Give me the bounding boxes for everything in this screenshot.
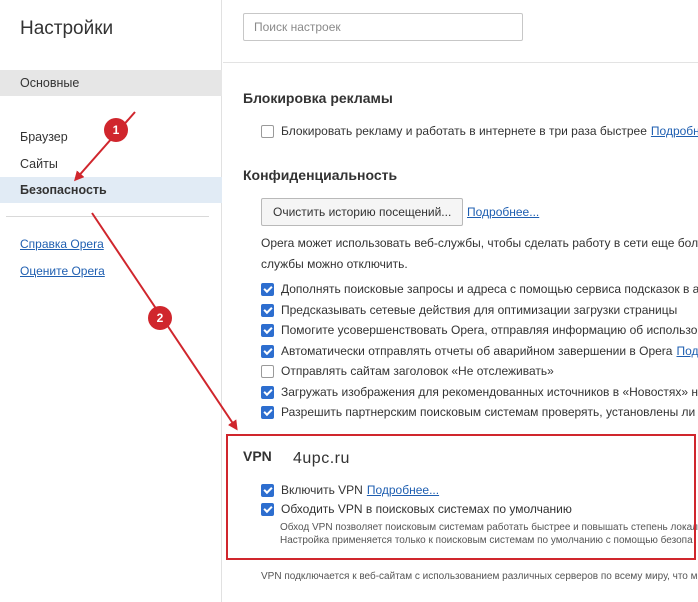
privacy-option-do-not-track: Отправлять сайтам заголовок «Не отслежив… xyxy=(261,363,554,379)
ad-block-title: Блокировка рекламы xyxy=(243,90,393,106)
vpn-bypass-option: Обходить VPN в поисковых системах по умо… xyxy=(261,501,572,517)
search-input[interactable] xyxy=(243,13,523,41)
privacy-option-label: Автоматически отправлять отчеты об авари… xyxy=(281,344,673,358)
vpn-more-link[interactable]: Подробнее... xyxy=(367,483,439,497)
privacy-more-link[interactable]: Подробнее... xyxy=(467,205,539,219)
ad-block-checkbox[interactable] xyxy=(261,124,274,138)
vpn-title: VPN xyxy=(243,448,272,464)
checkbox-checked-icon[interactable] xyxy=(261,344,274,358)
sidebar-item-basic[interactable]: Основные xyxy=(0,70,222,96)
crash-reports-more-link[interactable]: Подр xyxy=(676,344,698,358)
checkbox-checked-icon[interactable] xyxy=(261,405,274,419)
checkbox-checked-icon[interactable] xyxy=(261,323,274,337)
vpn-bypass-label: Обходить VPN в поисковых системах по умо… xyxy=(281,502,572,516)
vpn-bypass-note-line2: Настройка применяется только к поисковым… xyxy=(280,535,693,546)
ad-block-label: Блокировать рекламу и работать в интерне… xyxy=(281,124,647,138)
privacy-option-news-images: Загружать изображения для рекомендованны… xyxy=(261,384,698,400)
sidebar-title: Настройки xyxy=(20,18,114,39)
privacy-option-label: Помогите усовершенствовать Opera, отправ… xyxy=(281,323,698,337)
vpn-footer-note: VPN подключается к веб-сайтам с использо… xyxy=(261,571,698,582)
privacy-option-label: Загружать изображения для рекомендованны… xyxy=(281,385,698,399)
watermark: 4upc.ru xyxy=(293,450,350,467)
checkbox-unchecked-icon[interactable] xyxy=(261,364,274,378)
sidebar-item-browser[interactable]: Браузер xyxy=(0,124,222,150)
vpn-enable-option: Включить VPN Подробнее... xyxy=(261,482,439,498)
privacy-option-partner-search: Разрешить партнерским поисковым системам… xyxy=(261,404,698,420)
checkbox-checked-icon[interactable] xyxy=(261,282,274,296)
help-opera-link[interactable]: Справка Opera xyxy=(20,237,104,251)
privacy-option-suggestions: Дополнять поисковые запросы и адреса с п… xyxy=(261,281,698,297)
vpn-enable-checkbox[interactable] xyxy=(261,483,274,497)
rate-opera-link[interactable]: Оцените Opera xyxy=(20,264,105,278)
vpn-enable-label: Включить VPN xyxy=(281,483,363,497)
privacy-option-label: Дополнять поисковые запросы и адреса с п… xyxy=(281,282,698,296)
privacy-option-label: Отправлять сайтам заголовок «Не отслежив… xyxy=(281,364,554,378)
privacy-option-label: Разрешить партнерским поисковым системам… xyxy=(281,405,698,419)
header-divider xyxy=(223,62,698,63)
privacy-option-improve: Помогите усовершенствовать Opera, отправ… xyxy=(261,322,698,338)
ad-block-more-link[interactable]: Подробнее xyxy=(651,124,698,138)
settings-main: Блокировка рекламы Блокировать рекламу и… xyxy=(223,0,698,602)
checkbox-checked-icon[interactable] xyxy=(261,385,274,399)
sidebar-divider xyxy=(6,216,209,217)
privacy-title: Конфиденциальность xyxy=(243,167,398,183)
vpn-bypass-note-line1: Обход VPN позволяет поисковым системам р… xyxy=(280,522,698,533)
ad-block-option: Блокировать рекламу и работать в интерне… xyxy=(261,123,698,139)
privacy-description-line1: Opera может использовать веб-службы, что… xyxy=(261,236,698,250)
privacy-option-crash-reports: Автоматически отправлять отчеты об авари… xyxy=(261,343,698,359)
checkbox-checked-icon[interactable] xyxy=(261,303,274,317)
privacy-description-line2: службы можно отключить. xyxy=(261,257,408,271)
vpn-bypass-checkbox[interactable] xyxy=(261,502,274,516)
sidebar-item-security[interactable]: Безопасность xyxy=(0,177,222,203)
privacy-option-label: Предсказывать сетевые действия для оптим… xyxy=(281,303,678,317)
privacy-option-predict: Предсказывать сетевые действия для оптим… xyxy=(261,302,677,318)
sidebar-item-sites[interactable]: Сайты xyxy=(0,151,222,177)
sidebar: Настройки Основные Браузер Сайты Безопас… xyxy=(0,0,222,602)
clear-history-button[interactable]: Очистить историю посещений... xyxy=(261,198,464,226)
